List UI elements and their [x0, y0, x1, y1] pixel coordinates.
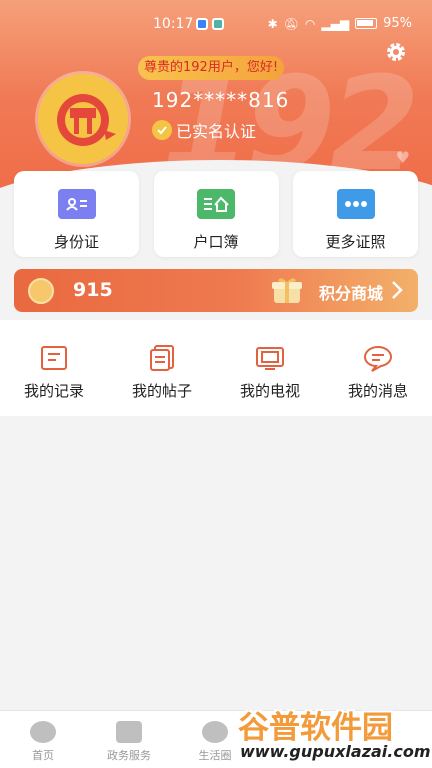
phone-number: 192*****816	[152, 88, 290, 112]
mute-icon: 🔕︎	[283, 16, 299, 31]
menu-item-tv-label: 我的电视	[239, 382, 300, 400]
battery-percent: 95%	[383, 16, 412, 31]
home-icon	[30, 721, 56, 743]
tab-home[interactable]: 首页	[0, 711, 86, 768]
app-notification-icon	[212, 18, 224, 30]
tab-life-circle-label: 生活圈	[198, 749, 232, 762]
signal-icon: ▂▄▆	[321, 16, 350, 31]
id-card-icon	[57, 189, 96, 219]
battery-icon	[355, 18, 378, 29]
greeting-badge: 尊贵的192用户，您好!	[138, 56, 285, 80]
watermark-url: www.gupuxlazai.com	[240, 742, 431, 761]
points-bar[interactable]: 915 积分商城	[14, 269, 418, 312]
certificate-cards: 身份证 户口簿 更多证照	[14, 171, 418, 257]
household-register-icon	[197, 189, 235, 219]
avatar[interactable]	[38, 74, 128, 164]
bluetooth-icon: ✱	[267, 16, 278, 31]
tv-icon	[256, 347, 284, 370]
watermark-title: 谷普软件园	[238, 710, 393, 746]
settings-gear-icon[interactable]	[384, 40, 408, 64]
points-mall-label: 积分商城	[319, 284, 384, 303]
my-menu: 我的记录 我的帖子 我的电视 我的消息	[0, 320, 432, 416]
card-household-label: 户口簿	[193, 233, 239, 251]
check-icon	[152, 120, 172, 140]
briefcase-icon	[116, 721, 142, 743]
play-icon	[202, 721, 228, 743]
menu-item-tv[interactable]: 我的电视	[216, 320, 324, 416]
chevron-right-icon	[392, 281, 403, 299]
card-more-label: 更多证照	[325, 233, 386, 251]
menu-item-records[interactable]: 我的记录	[0, 320, 108, 416]
card-id-label: 身份证	[53, 233, 99, 251]
card-household[interactable]: 户口簿	[153, 171, 279, 257]
card-more[interactable]: 更多证照	[293, 171, 418, 257]
wifi-icon: ◠	[304, 16, 316, 31]
status-app-icons	[196, 18, 224, 30]
gift-icon	[272, 278, 302, 303]
tab-home-label: 首页	[32, 749, 54, 762]
tab-government-services-label: 政务服务	[107, 749, 151, 762]
card-id[interactable]: 身份证	[14, 171, 139, 257]
menu-item-posts-label: 我的帖子	[131, 382, 192, 400]
tab-government-services[interactable]: 政务服务	[86, 711, 172, 768]
posts-icon	[150, 345, 174, 371]
menu-item-posts[interactable]: 我的帖子	[108, 320, 216, 416]
verified-label: 已实名认证	[176, 122, 257, 141]
verified-badge: 已实名认证	[152, 118, 256, 142]
points-value: 915	[73, 279, 113, 301]
status-time: 10:17	[153, 16, 194, 32]
heart-icon: ♥	[395, 148, 410, 167]
menu-item-messages-label: 我的消息	[347, 382, 408, 400]
menu-item-messages[interactable]: 我的消息	[324, 320, 432, 416]
app-notification-icon	[196, 18, 208, 30]
menu-item-records-label: 我的记录	[23, 382, 84, 400]
status-system-icons: ✱ 🔕︎ ◠ ▂▄▆ 95%	[268, 16, 412, 31]
message-icon	[363, 345, 393, 372]
more-icon	[336, 189, 375, 219]
coin-icon	[28, 278, 54, 304]
watermark: 谷普软件园 www.gupuxlazai.com	[238, 702, 432, 768]
record-icon	[41, 346, 67, 370]
status-bar: 10:17 ✱ 🔕︎ ◠ ▂▄▆ 95%	[0, 16, 432, 36]
